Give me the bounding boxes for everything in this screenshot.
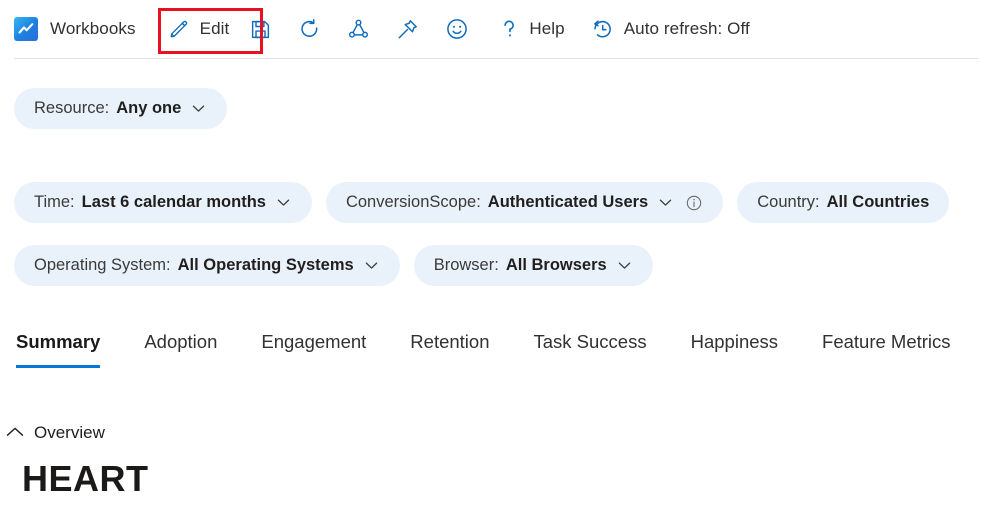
filter-row-three: Operating System: All Operating Systems … xyxy=(14,245,653,286)
tab-engagement[interactable]: Engagement xyxy=(239,330,388,368)
toolbar: Workbooks Edit xyxy=(0,0,993,58)
toolbar-divider xyxy=(14,58,979,59)
clock-history-icon xyxy=(591,18,614,41)
chevron-down-icon[interactable] xyxy=(616,257,633,274)
pin-button[interactable] xyxy=(396,10,419,48)
filter-pill-label: Country: xyxy=(757,193,819,212)
edit-button-label: Edit xyxy=(200,19,230,39)
share-button[interactable] xyxy=(347,10,370,48)
chevron-down-icon[interactable] xyxy=(190,100,207,117)
tab-task-success[interactable]: Task Success xyxy=(512,330,669,368)
save-button[interactable] xyxy=(249,10,272,48)
workbooks-app-label: Workbooks xyxy=(50,19,136,39)
pencil-icon xyxy=(168,18,190,40)
refresh-button[interactable] xyxy=(298,10,321,48)
chevron-up-icon[interactable] xyxy=(4,422,26,444)
filter-pill-value: Authenticated Users xyxy=(488,193,648,212)
filter-pill-time[interactable]: Time: Last 6 calendar months xyxy=(14,182,312,223)
refresh-icon xyxy=(298,18,321,41)
filter-pill-value: Any one xyxy=(116,99,181,118)
filter-pill-label: Resource: xyxy=(34,99,109,118)
tab-feature-metrics[interactable]: Feature Metrics xyxy=(800,330,973,368)
filter-pill-conversionscope[interactable]: ConversionScope: Authenticated Users xyxy=(326,182,723,223)
tab-retention[interactable]: Retention xyxy=(388,330,511,368)
filter-pill-operating-system[interactable]: Operating System: All Operating Systems xyxy=(14,245,400,286)
filter-pill-value: All Operating Systems xyxy=(178,256,354,275)
filter-pill-value: All Browsers xyxy=(506,256,607,275)
filter-pill-label: Operating System: xyxy=(34,256,171,275)
help-button[interactable]: Help xyxy=(499,10,564,48)
workbooks-app-item[interactable]: Workbooks xyxy=(14,10,136,48)
filter-row-resource: Resource: Any one xyxy=(14,88,227,129)
share-icon xyxy=(347,18,370,41)
edit-button[interactable]: Edit xyxy=(168,10,230,48)
filter-pill-country[interactable]: Country: All Countries xyxy=(737,182,949,223)
question-mark-icon xyxy=(499,17,519,41)
tab-adoption[interactable]: Adoption xyxy=(122,330,239,368)
filter-pill-label: Time: xyxy=(34,193,75,212)
tab-happiness[interactable]: Happiness xyxy=(669,330,800,368)
chevron-down-icon[interactable] xyxy=(275,194,292,211)
filter-pill-value: All Countries xyxy=(827,193,930,212)
filter-pill-label: ConversionScope: xyxy=(346,193,481,212)
filter-pill-label: Browser: xyxy=(434,256,499,275)
feedback-button[interactable] xyxy=(445,10,469,48)
workbooks-chart-icon xyxy=(14,17,38,41)
pin-icon xyxy=(396,18,419,41)
filter-pill-browser[interactable]: Browser: All Browsers xyxy=(414,245,653,286)
tab-summary[interactable]: Summary xyxy=(14,330,122,368)
chevron-down-icon[interactable] xyxy=(363,257,380,274)
auto-refresh-label: Auto refresh: Off xyxy=(624,19,750,39)
overview-section-header[interactable]: Overview xyxy=(4,422,105,444)
page-title: HEART xyxy=(22,458,149,500)
chevron-down-icon[interactable] xyxy=(657,194,674,211)
save-floppy-icon xyxy=(249,18,272,41)
filter-row-two: Time: Last 6 calendar months ConversionS… xyxy=(14,182,949,223)
filter-pill-resource[interactable]: Resource: Any one xyxy=(14,88,227,129)
smiley-icon xyxy=(445,17,469,41)
overview-section-label: Overview xyxy=(34,423,105,443)
auto-refresh-button[interactable]: Auto refresh: Off xyxy=(591,10,750,48)
help-button-label: Help xyxy=(529,19,564,39)
filter-pill-value: Last 6 calendar months xyxy=(82,193,266,212)
info-circle-icon[interactable] xyxy=(685,194,703,212)
tab-bar: Summary Adoption Engagement Retention Ta… xyxy=(14,330,973,368)
